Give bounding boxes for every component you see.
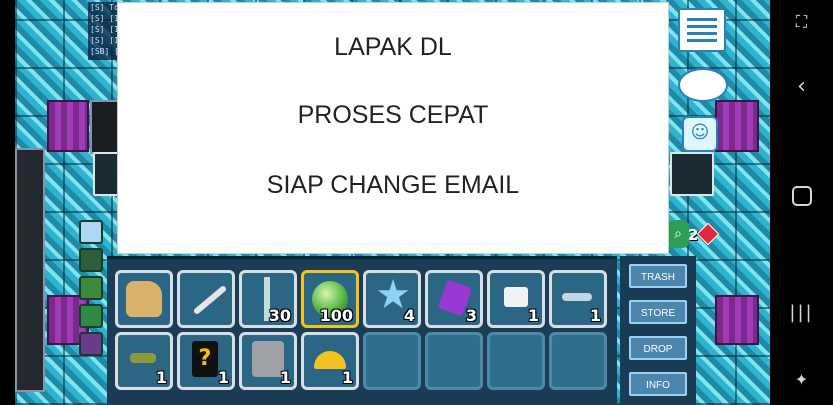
inventory-category-tabs	[79, 220, 107, 370]
category-tab-all[interactable]	[79, 220, 103, 244]
inventory-slot[interactable]: ? 1	[177, 332, 235, 390]
emote-icon[interactable]: ☺	[682, 116, 718, 152]
text-overlay: LAPAK DL PROSES CEPAT SIAP CHANGE EMAIL	[117, 2, 669, 254]
inventory-slot-empty[interactable]	[363, 332, 421, 390]
inventory-slot[interactable]: 1	[115, 332, 173, 390]
search-icon[interactable]: ⌕	[666, 220, 690, 248]
overlay-line-2: PROSES CEPAT	[297, 101, 489, 129]
inventory-slot[interactable]: 1	[487, 270, 545, 328]
inventory-slot[interactable]: 1	[549, 270, 607, 328]
category-tab-consumables[interactable]	[79, 332, 103, 356]
inventory-panel: 30 100 ★ 4 3 1 1 1 ? 1 1 1	[107, 256, 617, 405]
sparkle-item-icon	[130, 353, 156, 363]
inventory-slot[interactable]: 1	[239, 332, 297, 390]
inventory-slot[interactable]	[115, 270, 173, 328]
hard-hat-icon	[314, 351, 346, 369]
trash-button[interactable]: TRASH	[629, 264, 687, 288]
chat-line: [S] To	[90, 3, 119, 12]
purple-block	[715, 295, 759, 345]
wings-item-icon	[562, 293, 592, 301]
metal-block	[15, 148, 45, 392]
inventory-slot[interactable]: 1	[301, 332, 359, 390]
category-tab-seeds[interactable]	[79, 276, 103, 300]
android-nav-bar: ⛶ ‹ ||| ✦	[770, 0, 833, 405]
inventory-slot[interactable]: 30	[239, 270, 297, 328]
inventory-slot[interactable]: ★ 4	[363, 270, 421, 328]
category-tab-clothes[interactable]	[79, 304, 103, 328]
wrench-icon	[192, 284, 228, 316]
info-button[interactable]: INFO	[629, 372, 687, 396]
category-tab-blocks[interactable]	[79, 248, 103, 272]
back-icon[interactable]: ‹	[770, 74, 833, 99]
inventory-actions: TRASH STORE DROP INFO	[620, 256, 696, 405]
game-screen: [S] To [S] [1 [S] [1 [S] [1 [SB] [ ☺ ⌕ 2…	[0, 0, 833, 405]
hud-right: ☺ ⌕ 2	[666, 0, 728, 260]
overlay-line-1: LAPAK DL	[334, 33, 452, 61]
chat-line: [S] [1	[90, 25, 119, 34]
chat-log[interactable]: [S] To [S] [1 [S] [1 [S] [1 [SB] [	[88, 2, 120, 60]
menu-list-icon[interactable]	[678, 8, 726, 52]
chat-bubble-icon[interactable]	[678, 68, 728, 102]
store-button[interactable]: STORE	[629, 300, 687, 324]
recent-apps-icon[interactable]: |||	[770, 302, 833, 323]
shirt-icon	[504, 287, 528, 307]
chat-line: [S] [1	[90, 14, 119, 23]
inventory-slot[interactable]: 3	[425, 270, 483, 328]
chat-line: [S] [1	[90, 36, 119, 45]
screen-rotate-icon[interactable]: ⛶	[770, 12, 833, 32]
drop-button[interactable]: DROP	[629, 336, 687, 360]
game-tools-icon[interactable]: ✦	[770, 370, 833, 389]
metal-block	[90, 100, 120, 154]
purple-block	[47, 100, 89, 152]
mystery-item-icon: ?	[192, 341, 218, 377]
chat-line: [SB] [	[90, 47, 119, 56]
inventory-slot-empty[interactable]	[487, 332, 545, 390]
inventory-slot-empty[interactable]	[549, 332, 607, 390]
fist-icon	[126, 281, 162, 317]
gem-icon	[696, 222, 720, 246]
inventory-slot-empty[interactable]	[425, 332, 483, 390]
home-icon[interactable]	[770, 186, 833, 206]
inventory-slot[interactable]	[177, 270, 235, 328]
overlay-line-3: SIAP CHANGE EMAIL	[266, 171, 520, 199]
inventory-slot-selected[interactable]: 100	[301, 270, 359, 328]
